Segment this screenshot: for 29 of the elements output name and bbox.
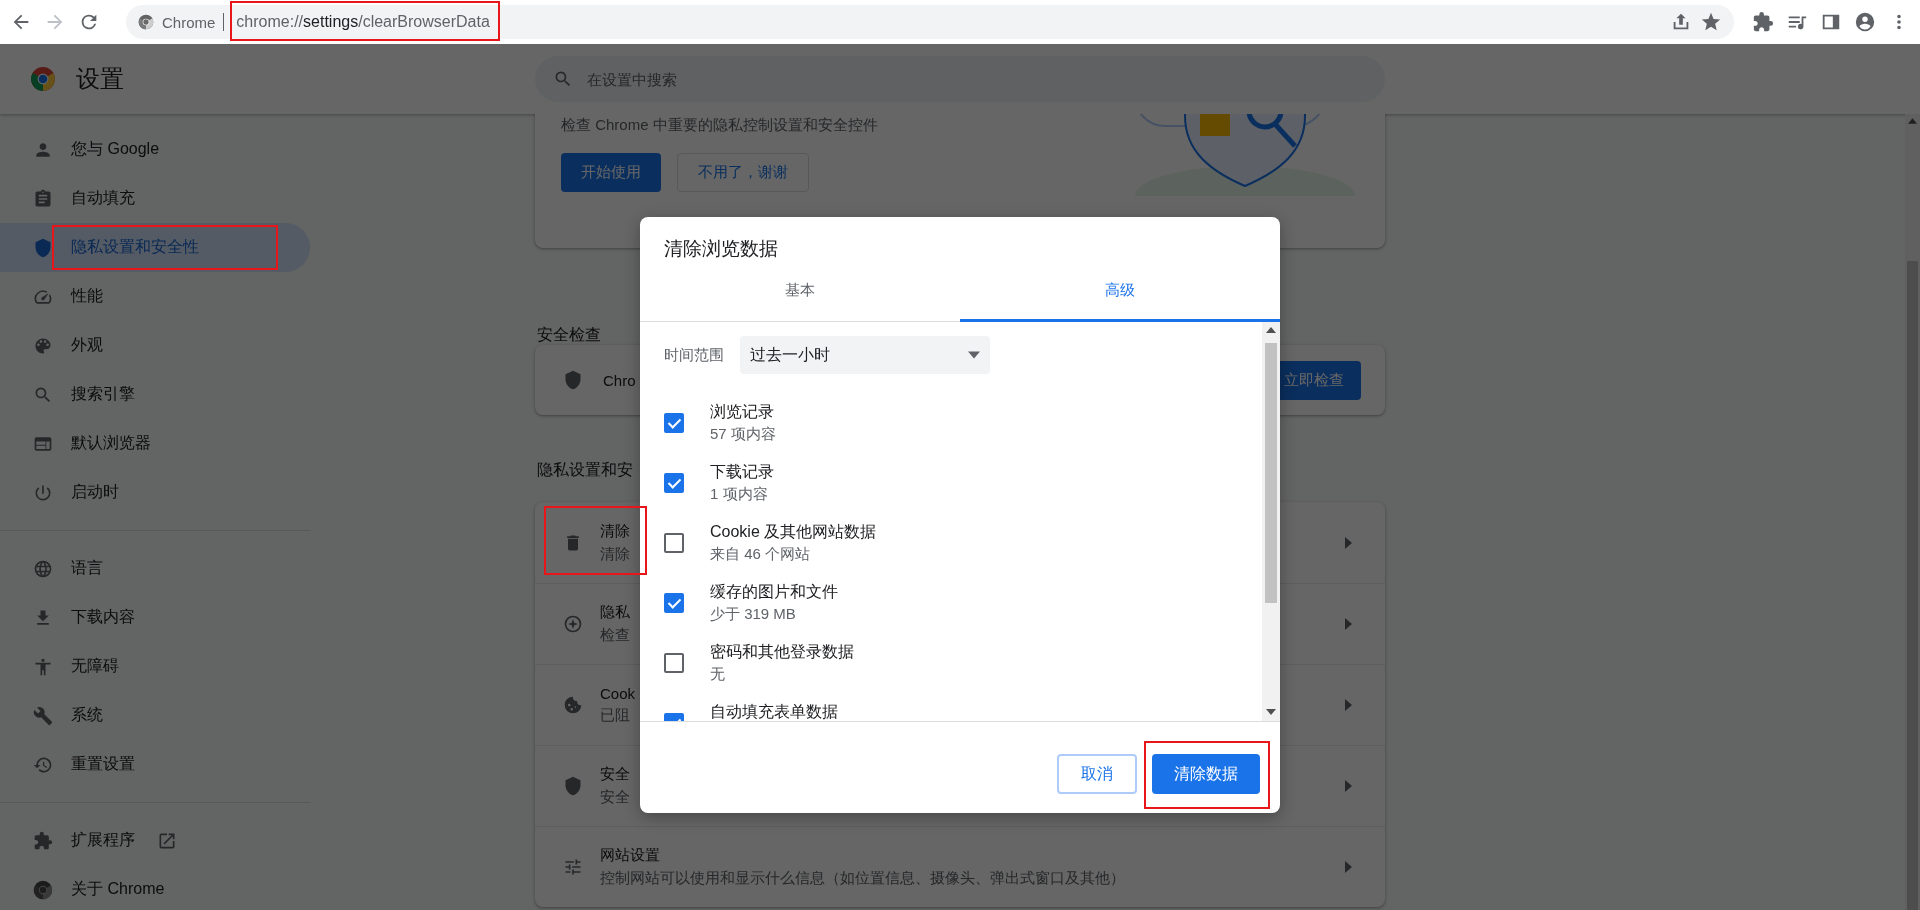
row-subtitle: 已阻 xyxy=(600,706,630,725)
row-title: 隐私 xyxy=(600,603,630,622)
row-title: Chro xyxy=(603,371,636,389)
option-detail: 1 项内容 xyxy=(710,484,768,504)
row-title: 清除 xyxy=(600,521,630,541)
dialog-title: 清除浏览数据 xyxy=(663,237,779,261)
page-title: 设置 xyxy=(76,64,124,94)
row-title: 安全 xyxy=(600,765,630,784)
option-detail: 来自 46 个网站 xyxy=(710,544,811,564)
option-title: 缓存的图片和文件 xyxy=(710,582,838,602)
card-description: 检查 Chrome 中重要的隐私控制设置和安全控件 xyxy=(561,116,879,135)
option-title: 下载记录 xyxy=(710,462,774,482)
row-subtitle: 清除 xyxy=(600,544,630,564)
row-title: Cook xyxy=(600,685,636,702)
row-subtitle: 安全 xyxy=(600,788,630,807)
row-subtitle: 检查 xyxy=(600,626,630,645)
site-label: Chrome xyxy=(162,13,216,31)
option-title: 自动填充表单数据 xyxy=(710,702,838,721)
section-heading: 安全检查 xyxy=(537,325,601,345)
option-title: 浏览记录 xyxy=(710,402,774,422)
url-text: chrome://settings/clearBrowserData xyxy=(236,13,490,31)
row-title: 网站设置 xyxy=(600,846,660,865)
section-heading: 隐私设置和安 xyxy=(537,460,633,480)
option-title: 密码和其他登录数据 xyxy=(710,642,854,662)
option-detail: 少于 319 MB xyxy=(710,604,796,624)
time-range-label: 时间范围 xyxy=(664,345,724,365)
option-detail: 57 项内容 xyxy=(710,424,776,444)
option-title: Cookie 及其他网站数据 xyxy=(710,522,877,542)
option-detail: 无 xyxy=(710,664,725,684)
